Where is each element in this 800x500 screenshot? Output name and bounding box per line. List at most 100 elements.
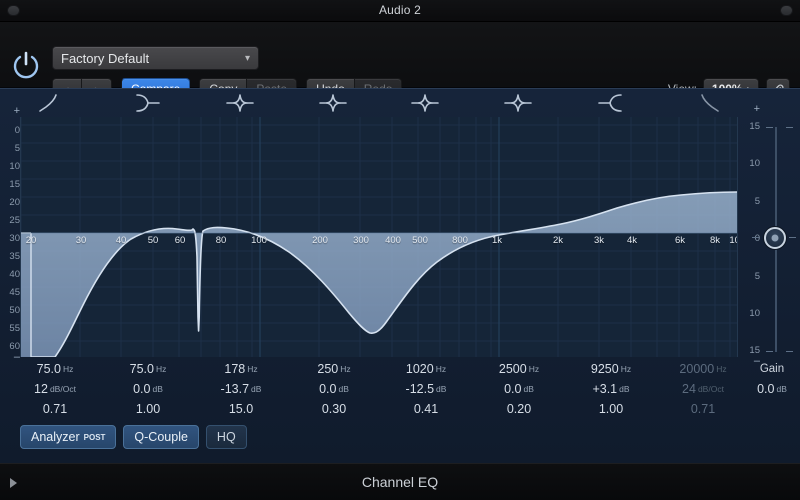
band-3-q[interactable]: 15.0: [193, 399, 289, 419]
left-axis-tick-9: 45: [9, 287, 20, 298]
band-4-gain[interactable]: 0.0 dB: [286, 379, 382, 399]
band-5-params[interactable]: 1020 Hz -12.5 dB 0.41: [378, 359, 474, 419]
hq-label: HQ: [216, 430, 236, 444]
left-axis-tick-5: 25: [9, 215, 20, 226]
band-7-gain[interactable]: +3.1 dB: [563, 379, 659, 399]
band-2-lowshelf-filter-icon[interactable]: [125, 91, 171, 115]
freq-tick-50: 50: [147, 235, 159, 246]
power-icon[interactable]: [10, 49, 42, 81]
left-axis-plus: +: [13, 105, 20, 117]
freq-tick-20: 20: [25, 235, 37, 246]
band-4-frequency[interactable]: 250 Hz: [286, 359, 382, 379]
band-7-highshelf-filter-icon[interactable]: [587, 91, 633, 115]
plugin-header: Factory Default ▾ ‹ › Compare Copy Paste…: [0, 22, 800, 100]
band-8-q[interactable]: 0.71: [655, 399, 751, 419]
band-5-gain[interactable]: -12.5 dB: [378, 379, 474, 399]
band-3-gain[interactable]: -13.7 dB: [193, 379, 289, 399]
band-3-params[interactable]: 178 Hz -13.7 dB 15.0: [193, 359, 289, 419]
window-resize-dot[interactable]: [780, 5, 793, 16]
band-6-frequency[interactable]: 2500 Hz: [471, 359, 567, 379]
right-axis-tick-5: 10: [749, 308, 760, 319]
freq-tick-200: 200: [312, 235, 328, 246]
freq-tick-2k: 2k: [552, 235, 564, 246]
band-5-peak-filter-icon[interactable]: [402, 91, 448, 115]
eq-graph[interactable]: 20 30 40 50 60 80 100 200 300 400 500 80…: [20, 117, 738, 357]
gain-tick-top: [766, 127, 773, 128]
analyzer-label: Analyzer: [31, 430, 80, 444]
gain-slider-knob[interactable]: [764, 227, 786, 249]
freq-tick-30: 30: [75, 235, 87, 246]
freq-tick-1k: 1k: [491, 235, 503, 246]
window-title: Audio 2: [378, 3, 422, 17]
left-axis-tick-0: 0: [14, 125, 20, 136]
band-8-frequency[interactable]: 20000 Hz: [655, 359, 751, 379]
band-icon-strip: [0, 89, 800, 117]
band-8-lowpass-filter-icon[interactable]: [680, 91, 726, 115]
band-6-params[interactable]: 2500 Hz 0.0 dB 0.20: [471, 359, 567, 419]
band-8-params[interactable]: 20000 Hz 24 dB/Oct 0.71: [655, 359, 751, 419]
q-couple-label: Q-Couple: [134, 430, 188, 444]
band-1-highpass-filter-icon[interactable]: [32, 91, 78, 115]
band-8-gain[interactable]: 24 dB/Oct: [655, 379, 751, 399]
title-bar: Audio 2: [0, 0, 800, 22]
band-1-q[interactable]: 0.71: [7, 399, 103, 419]
band-parameter-table: 75.0 Hz 12 dB/Oct 0.71 75.0 Hz 0.0 dB 1.00 1…: [0, 359, 800, 421]
master-gain-column: Gain 0.0 dB: [744, 359, 800, 399]
plugin-footer: Channel EQ: [0, 463, 800, 500]
freq-tick-80: 80: [215, 235, 227, 246]
bottom-toggle-row: Analyzer POST Q-Couple HQ: [20, 425, 254, 449]
freq-tick-8k: 8k: [709, 235, 721, 246]
band-2-frequency[interactable]: 75.0 Hz: [100, 359, 196, 379]
preset-selector[interactable]: Factory Default ▾: [52, 46, 259, 70]
freq-tick-800: 800: [452, 235, 468, 246]
preset-value: Factory Default: [61, 50, 150, 66]
left-axis-tick-4: 20: [9, 197, 20, 208]
left-axis-tick-11: 55: [9, 323, 20, 334]
right-axis-plus: +: [753, 103, 760, 115]
band-2-gain[interactable]: 0.0 dB: [100, 379, 196, 399]
freq-tick-40: 40: [115, 235, 127, 246]
gain-tick-bottom-right: [786, 351, 793, 352]
freq-tick-100: 100: [251, 235, 267, 246]
band-4-params[interactable]: 250 Hz 0.0 dB 0.30: [286, 359, 382, 419]
band-7-frequency[interactable]: 9250 Hz: [563, 359, 659, 379]
plugin-window: Audio 2 Factory Default ▾ ‹ › Compare Co…: [0, 0, 800, 500]
band-7-params[interactable]: 9250 Hz +3.1 dB 1.00: [563, 359, 659, 419]
band-4-q[interactable]: 0.30: [286, 399, 382, 419]
band-6-peak-filter-icon[interactable]: [495, 91, 541, 115]
freq-tick-3k: 3k: [593, 235, 605, 246]
right-axis-tick-3: 0: [754, 233, 760, 244]
gain-tick-top-right: [786, 127, 793, 128]
freq-tick-4k: 4k: [626, 235, 638, 246]
analyzer-toggle[interactable]: Analyzer POST: [20, 425, 117, 449]
eq-response-fill: [21, 192, 737, 357]
gain-center-tick-right: [789, 237, 796, 238]
left-axis-tick-3: 15: [9, 179, 20, 190]
hq-toggle[interactable]: HQ: [205, 425, 247, 449]
q-couple-toggle[interactable]: Q-Couple: [123, 425, 199, 449]
band-6-q[interactable]: 0.20: [471, 399, 567, 419]
band-7-q[interactable]: 1.00: [563, 399, 659, 419]
freq-tick-300: 300: [353, 235, 369, 246]
eq-panel: + 0 5 10 15 20 25 30 35 40 45 50 55 60 –…: [0, 88, 800, 463]
band-3-frequency[interactable]: 178 Hz: [193, 359, 289, 379]
band-6-gain[interactable]: 0.0 dB: [471, 379, 567, 399]
left-axis-tick-6: 30: [9, 233, 20, 244]
band-5-frequency[interactable]: 1020 Hz: [378, 359, 474, 379]
band-1-params[interactable]: 75.0 Hz 12 dB/Oct 0.71: [7, 359, 103, 419]
left-axis-tick-8: 40: [9, 269, 20, 280]
freq-tick-6k: 6k: [674, 235, 686, 246]
band-2-q[interactable]: 1.00: [100, 399, 196, 419]
band-5-q[interactable]: 0.41: [378, 399, 474, 419]
gain-tick-bottom: [766, 351, 773, 352]
gain-center-tick-left: [752, 237, 759, 238]
band-1-frequency[interactable]: 75.0 Hz: [7, 359, 103, 379]
band-3-peak-filter-icon[interactable]: [217, 91, 263, 115]
freq-tick-500: 500: [412, 235, 428, 246]
master-gain-label: Gain: [759, 363, 785, 375]
plugin-name: Channel EQ: [361, 474, 439, 490]
master-gain-value[interactable]: 0.0 dB: [744, 379, 800, 399]
band-4-peak-filter-icon[interactable]: [310, 91, 356, 115]
band-1-gain[interactable]: 12 dB/Oct: [7, 379, 103, 399]
band-2-params[interactable]: 75.0 Hz 0.0 dB 1.00: [100, 359, 196, 419]
